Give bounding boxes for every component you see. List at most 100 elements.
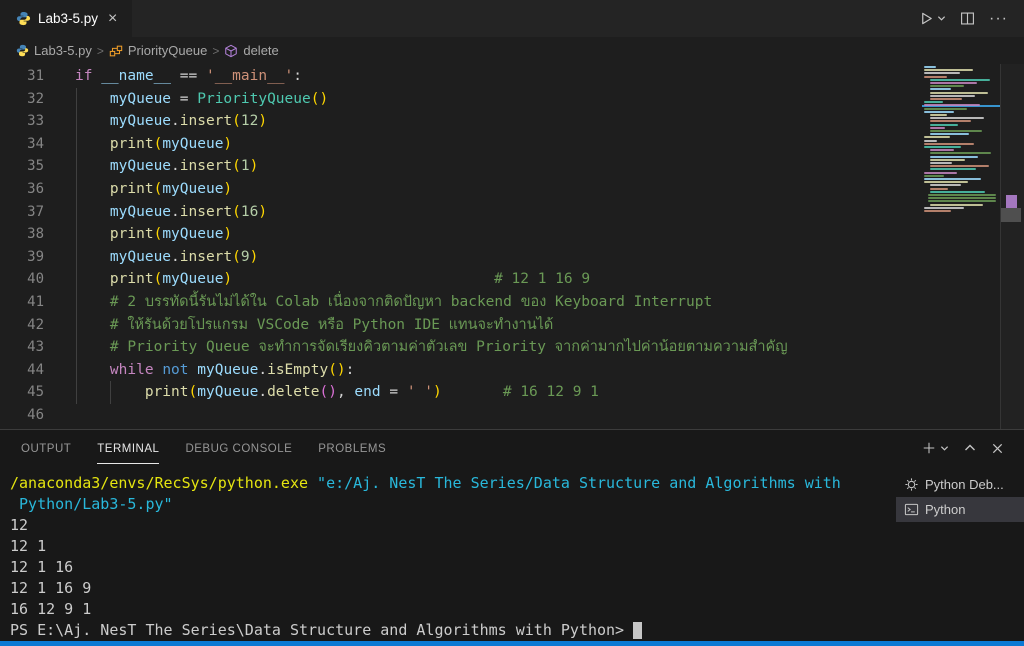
code-line[interactable]: 35 myQueue.insert(1): [0, 155, 1000, 178]
maximize-panel-button[interactable]: [964, 442, 976, 454]
code-line[interactable]: 38 print(myQueue): [0, 223, 1000, 246]
terminal-list-item-debug[interactable]: Python Deb...: [896, 472, 1024, 497]
code-token: [232, 271, 494, 287]
code-token: =: [381, 384, 407, 400]
code-line-content: # ให้รันด้วยโปรแกรม VSCode หรือ Python I…: [75, 314, 1000, 337]
code-token: # 12 1 16 9: [494, 271, 590, 287]
minimap-line: [930, 152, 991, 154]
code-line[interactable]: 42 # ให้รันด้วยโปรแกรม VSCode หรือ Pytho…: [0, 314, 1000, 337]
code-line[interactable]: 33 myQueue.insert(12): [0, 110, 1000, 133]
more-actions-button[interactable]: ···: [989, 10, 1008, 28]
code-token: insert: [180, 204, 232, 220]
line-number: 41: [0, 291, 44, 314]
panel-tab-debug-console[interactable]: DEBUG CONSOLE: [185, 433, 292, 464]
split-editor-button[interactable]: [960, 11, 975, 26]
overview-ruler: [1000, 64, 1024, 429]
status-bar-strip[interactable]: [0, 641, 1024, 646]
minimap-line: [930, 188, 948, 190]
line-number: 44: [0, 359, 44, 382]
breadcrumb-item-class[interactable]: PriorityQueue: [109, 43, 207, 58]
minimap-line: [930, 159, 965, 161]
minimap-line: [930, 156, 978, 158]
code-line-content: print(myQueue): [75, 223, 1000, 246]
code-line[interactable]: 44 while not myQueue.isEmpty():: [0, 359, 1000, 382]
breadcrumb-item-method[interactable]: delete: [224, 43, 278, 58]
python-file-icon: [16, 44, 29, 57]
code-line-content: myQueue.insert(12): [75, 110, 1000, 133]
close-panel-button[interactable]: [991, 442, 1004, 455]
code-line-content: print(myQueue): [75, 133, 1000, 156]
minimap-line: [930, 114, 947, 116]
minimap-line: [930, 165, 989, 167]
tab-close-icon[interactable]: ×: [105, 11, 120, 27]
code-line[interactable]: 34 print(myQueue): [0, 133, 1000, 156]
code-line[interactable]: 31 if __name__ == '__main__':: [0, 65, 1000, 88]
code-token: 12: [241, 113, 258, 129]
terminal-list-sidebar: Python Deb... Python: [896, 466, 1024, 642]
code-token: insert: [180, 158, 232, 174]
terminal-output[interactable]: /anaconda3/envs/RecSys/python.exe "e:/Aj…: [0, 466, 896, 642]
code-token: .: [171, 249, 180, 265]
code-token: (): [328, 362, 345, 378]
code-line[interactable]: 46: [0, 404, 1000, 427]
code-line[interactable]: 45 print(myQueue.delete(), end = ' ') # …: [0, 381, 1000, 404]
code-line[interactable]: 37 myQueue.insert(16): [0, 201, 1000, 224]
panel-tab-problems[interactable]: PROBLEMS: [318, 433, 386, 464]
code-line[interactable]: 43 # Priority Queue จะทำการจัดเรียงคิวตา…: [0, 336, 1000, 359]
panel-tab-output[interactable]: OUTPUT: [21, 433, 71, 464]
code-line[interactable]: 40 print(myQueue) # 12 1 16 9: [0, 268, 1000, 291]
line-number: 46: [0, 404, 44, 427]
line-number: 40: [0, 268, 44, 291]
minimap-line: [924, 146, 961, 148]
code-token: myQueue: [110, 204, 171, 220]
code-token: [75, 294, 110, 310]
terminal-icon: [904, 502, 919, 517]
panel-header: OUTPUT TERMINAL DEBUG CONSOLE PROBLEMS: [0, 430, 1024, 466]
terminal-list-item-python[interactable]: Python: [896, 497, 1024, 522]
terminal-text: "e:/Aj. NesT The Series/Data Structure a…: [317, 474, 841, 492]
code-token: [189, 362, 198, 378]
code-token: ): [250, 158, 259, 174]
code-line[interactable]: 32 myQueue = PriorityQueue(): [0, 88, 1000, 111]
code-token: =: [171, 91, 197, 107]
code-token: # 2 บรรทัดนี้รันไม่ได้ใน Colab เนื่องจาก…: [110, 294, 712, 310]
overview-ruler-marker: [1006, 195, 1017, 208]
line-number: 31: [0, 65, 44, 88]
panel-tab-terminal[interactable]: TERMINAL: [97, 433, 159, 464]
code-line[interactable]: 41 # 2 บรรทัดนี้รันไม่ได้ใน Colab เนื่อง…: [0, 291, 1000, 314]
breadcrumb-item-file[interactable]: Lab3-5.py: [16, 43, 92, 58]
code-lines[interactable]: 31 if __name__ == '__main__':32 myQueue =…: [0, 65, 1000, 429]
minimap-line: [924, 66, 936, 68]
tab-lab3-5-py[interactable]: Lab3-5.py ×: [0, 0, 132, 37]
code-token: myQueue: [110, 113, 171, 129]
new-terminal-button[interactable]: [922, 441, 949, 455]
code-token: while: [110, 362, 154, 378]
code-token: delete: [267, 384, 319, 400]
run-button[interactable]: [919, 11, 946, 26]
minimap-line: [924, 178, 981, 180]
code-line[interactable]: 36 print(myQueue): [0, 178, 1000, 201]
breadcrumb-separator: >: [97, 44, 104, 58]
code-token: [75, 384, 145, 400]
code-token: isEmpty: [267, 362, 328, 378]
minimap-line: [930, 120, 971, 122]
code-token: insert: [180, 249, 232, 265]
minimap-line: [924, 181, 968, 183]
editor-actions: ···: [919, 0, 1024, 37]
code-line-content: myQueue = PriorityQueue(): [75, 88, 1000, 111]
code-token: 16: [241, 204, 258, 220]
breadcrumb: Lab3-5.py > PriorityQueue > delete: [0, 37, 1024, 64]
code-line[interactable]: 39 myQueue.insert(9): [0, 246, 1000, 269]
minimap-line: [924, 69, 973, 71]
code-line-content: print(myQueue): [75, 178, 1000, 201]
minimap[interactable]: [922, 64, 1000, 429]
code-line-content: if __name__ == '__main__':: [75, 65, 1000, 88]
code-token: print: [110, 181, 154, 197]
code-token: (: [154, 271, 163, 287]
editor-scrollbar-thumb[interactable]: [1001, 208, 1021, 222]
minimap-line: [930, 124, 958, 126]
minimap-line: [930, 127, 945, 129]
terminal-text: 12 1 16 9: [10, 579, 91, 597]
panel-body: /anaconda3/envs/RecSys/python.exe "e:/Aj…: [0, 466, 1024, 642]
minimap-line: [924, 172, 957, 174]
